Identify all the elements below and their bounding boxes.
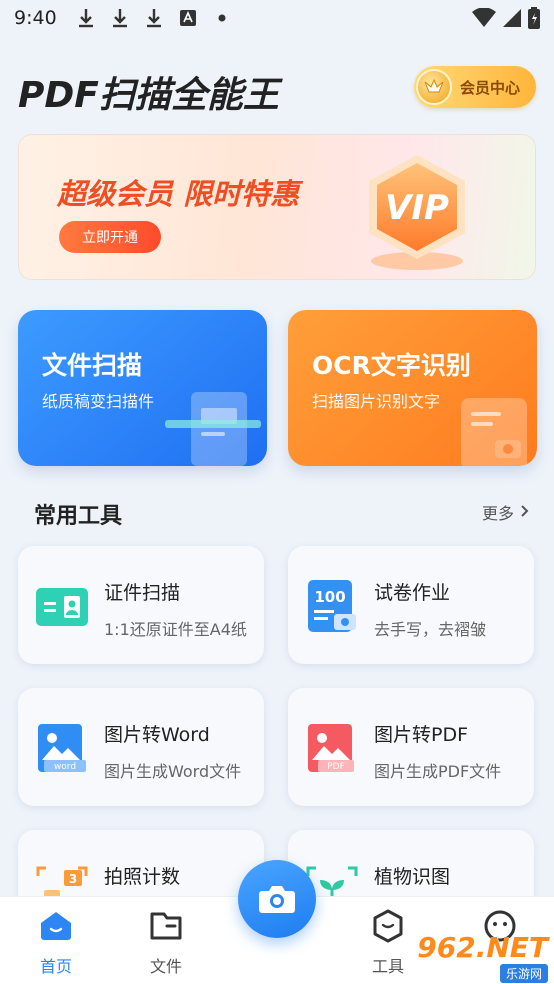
- tool-id-scan[interactable]: 证件扫描 1:1还原证件至A4纸: [18, 546, 264, 664]
- count-icon-text: 3: [69, 872, 77, 886]
- tool-title: 证件扫描: [104, 582, 181, 604]
- status-time: 9:40: [14, 7, 57, 29]
- status-bar: 9:40: [0, 0, 554, 36]
- nav-home-label: 首页: [39, 957, 72, 976]
- exam-paper-icon: 100: [308, 580, 356, 632]
- tool-title: 图片转Word: [104, 724, 210, 746]
- vip-promo-banner[interactable]: 超级会员 限时特惠 立即开通 VIP: [18, 134, 536, 280]
- more-tools-link[interactable]: 更多: [482, 500, 530, 524]
- tool-subtitle: 图片生成PDF文件: [374, 762, 502, 781]
- document-scan-title: 文件扫描: [42, 351, 143, 380]
- ocr-illustration-icon: [461, 398, 527, 466]
- watermark-sub: 乐游网: [499, 964, 548, 983]
- status-indicators: [472, 7, 540, 34]
- battery-icon: [528, 7, 540, 34]
- tool-image-to-word[interactable]: word 图片转Word 图片生成Word文件: [18, 688, 264, 806]
- folder-icon: [150, 912, 182, 940]
- signal-icon: [502, 8, 522, 33]
- nav-files-label: 文件: [149, 957, 182, 976]
- ocr-title: OCR文字识别: [312, 351, 471, 380]
- tools-cube-icon: [373, 909, 403, 943]
- tool-title: 试卷作业: [374, 582, 451, 604]
- camera-icon: [259, 886, 295, 913]
- tool-subtitle: 图片生成Word文件: [104, 762, 242, 781]
- member-center-label: 会员中心: [460, 78, 521, 97]
- download-icon: [75, 7, 97, 29]
- tool-title: 拍照计数: [104, 866, 181, 888]
- pdf-icon-text: PDF: [327, 762, 345, 772]
- vip-badge-icon: VIP: [369, 155, 465, 270]
- more-tools-label: 更多: [481, 504, 514, 523]
- tool-title: 图片转PDF: [374, 724, 469, 746]
- banner-headline: 超级会员 限时特惠: [57, 177, 300, 211]
- tools-section-title: 常用工具: [34, 504, 123, 529]
- tool-title: 植物识图: [374, 866, 451, 888]
- download-icon: [143, 7, 165, 29]
- watermark-brand: 962.NET: [417, 931, 548, 964]
- tool-image-to-pdf[interactable]: PDF 图片转PDF 图片生成PDF文件: [288, 688, 534, 806]
- app-notification-icon: [177, 7, 199, 29]
- app-title: PDF扫描全能王: [18, 75, 279, 116]
- wifi-icon: [472, 7, 496, 33]
- id-card-icon: [36, 588, 88, 626]
- image-to-word-icon: word: [38, 724, 86, 772]
- nav-home[interactable]: 首页: [26, 909, 86, 977]
- vip-badge-text: VIP: [385, 188, 449, 228]
- ocr-subtitle: 扫描图片识别文字: [312, 392, 441, 411]
- nav-files[interactable]: 文件: [136, 909, 196, 977]
- dot-icon: [211, 7, 233, 29]
- tool-exam-paper[interactable]: 100 试卷作业 去手写，去褶皱: [288, 546, 534, 664]
- tool-subtitle: 去手写，去褶皱: [374, 620, 487, 639]
- ocr-card[interactable]: OCR文字识别 扫描图片识别文字: [288, 310, 537, 466]
- member-center-button[interactable]: 会员中心: [414, 66, 536, 108]
- document-scan-subtitle: 纸质稿变扫描件: [42, 392, 155, 411]
- exam-score-text: 100: [314, 588, 345, 606]
- scanner-illustration-icon: [165, 392, 261, 466]
- download-icon: [109, 7, 131, 29]
- camera-button[interactable]: [238, 860, 316, 938]
- chevron-right-icon: [520, 503, 530, 522]
- document-scan-card[interactable]: 文件扫描 纸质稿变扫描件: [18, 310, 267, 466]
- crown-icon: [416, 69, 452, 105]
- word-icon-text: word: [54, 762, 76, 772]
- image-to-pdf-icon: PDF: [308, 724, 354, 772]
- home-icon: [41, 912, 71, 940]
- open-membership-button[interactable]: 立即开通: [59, 221, 161, 253]
- tool-subtitle: 1:1还原证件至A4纸: [104, 620, 247, 639]
- watermark-logo: 962.NET 乐游网: [408, 931, 548, 983]
